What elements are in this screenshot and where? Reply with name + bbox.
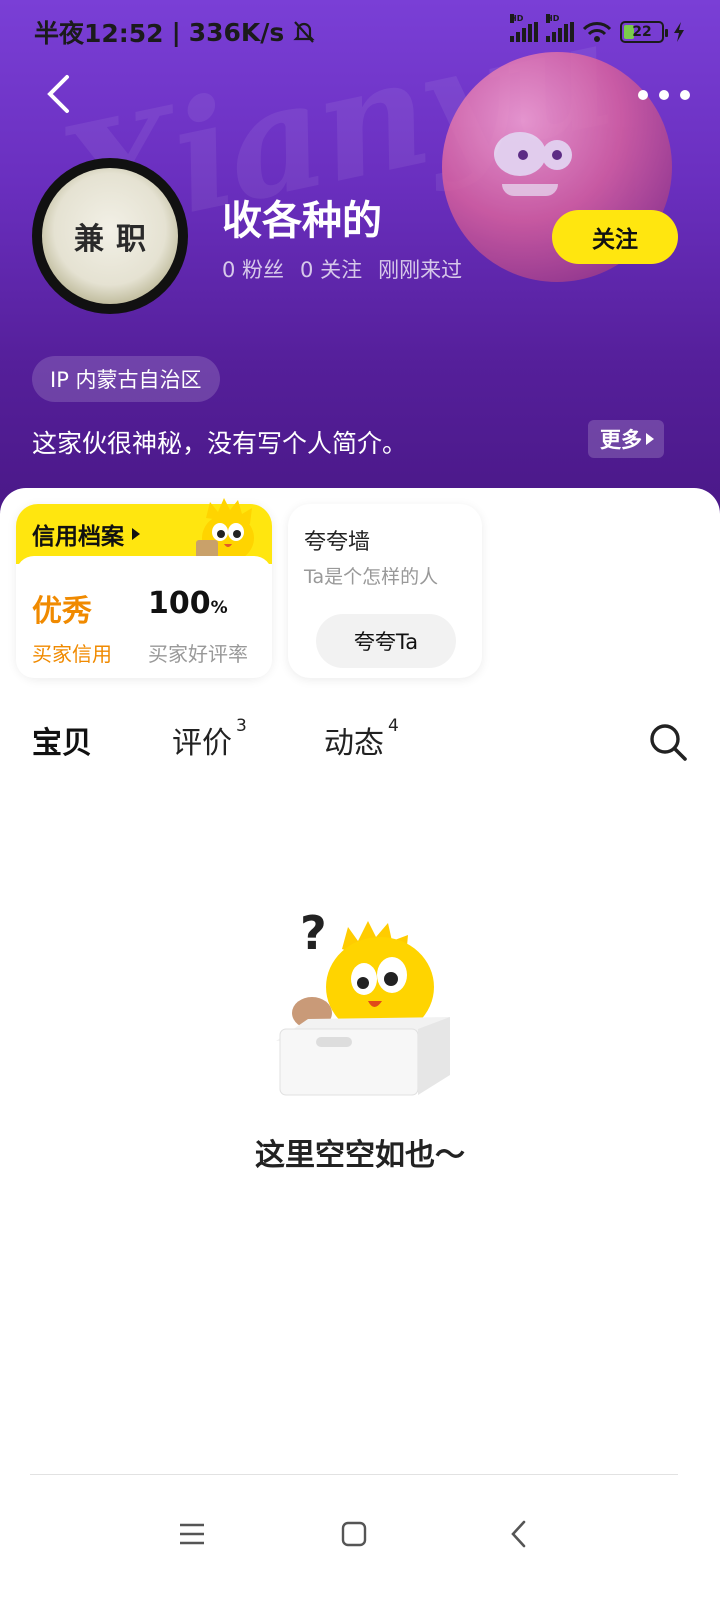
- good-rate-label: 买家好评率: [148, 642, 248, 666]
- tab-reviews-count: 3: [236, 716, 247, 736]
- back-arrow-icon: [47, 75, 69, 113]
- system-navigation-bar: [0, 1476, 720, 1600]
- status-separator: |: [171, 17, 181, 47]
- charging-icon: [674, 22, 684, 42]
- praise-button[interactable]: 夸夸Ta: [316, 614, 456, 668]
- tab-posts[interactable]: 动态 4: [324, 716, 399, 762]
- praise-wall-subtitle: Ta是个怎样的人: [304, 566, 439, 588]
- credit-profile-card[interactable]: 信用档案 优秀 买家信用 100% 买家好评率: [16, 498, 272, 678]
- tab-reviews-label: 评价: [172, 726, 232, 761]
- last-seen: 刚刚来过: [378, 258, 463, 282]
- more-dots-icon: [638, 90, 648, 100]
- svg-text:?: ?: [300, 906, 327, 960]
- tab-items[interactable]: 宝贝: [32, 718, 92, 762]
- menu-icon: [180, 1523, 204, 1545]
- mute-bell-icon: [293, 21, 315, 43]
- credit-profile-body: 优秀 买家信用 100% 买家好评率: [16, 556, 272, 678]
- tab-posts-label: 动态: [324, 726, 384, 761]
- user-name: 收各种的: [222, 198, 382, 244]
- tab-posts-count: 4: [388, 716, 399, 736]
- tab-items-label: 宝贝: [32, 726, 92, 761]
- buyer-credit-value: 优秀: [32, 594, 92, 629]
- fans-count[interactable]: 0 粉丝: [222, 254, 284, 284]
- signal-icon: HD: [510, 14, 538, 42]
- avatar[interactable]: 兼 职: [32, 158, 188, 314]
- ip-location-tag: IP 内蒙古自治区: [32, 356, 220, 402]
- buyer-credit-label: 买家信用: [32, 642, 112, 666]
- good-rate-unit: %: [210, 598, 228, 618]
- avatar-char: 兼: [74, 222, 104, 257]
- good-rate-number: 100: [148, 586, 211, 621]
- more-options-button[interactable]: [638, 80, 690, 110]
- signal-icon: HD: [546, 14, 574, 42]
- chevron-right-icon: [646, 433, 654, 445]
- chevron-right-icon: [132, 528, 140, 540]
- home-square-icon: [341, 1521, 367, 1547]
- more-button[interactable]: 更多: [588, 420, 664, 458]
- more-label: 更多: [600, 428, 642, 452]
- back-button[interactable]: [36, 70, 80, 118]
- praise-wall-title: 夸夸墙: [304, 530, 371, 555]
- wifi-icon: [582, 22, 612, 42]
- user-stats: 0 粉丝 0 关注 刚刚来过: [222, 254, 462, 284]
- battery-level: 22: [632, 24, 652, 40]
- empty-box-mascot-illustration: ?: [276, 906, 450, 1096]
- avatar-char: 职: [116, 222, 146, 257]
- praise-wall-card[interactable]: 夸夸墙 Ta是个怎样的人 夸夸Ta: [288, 504, 482, 678]
- status-time: 半夜12:52: [34, 19, 164, 48]
- battery-icon: 22: [620, 21, 668, 43]
- status-speed: 336K/s: [188, 17, 285, 47]
- empty-state-text: 这里空空如也～: [255, 1138, 465, 1173]
- tab-reviews[interactable]: 评价 3: [172, 716, 247, 762]
- credit-profile-title: 信用档案: [32, 524, 124, 550]
- profile-tabs: 宝贝 评价 3 动态 4: [0, 708, 720, 772]
- profile-header: Xianyu 半夜12:52 | 336K/s HD HD 22 兼 职 收各种…: [0, 0, 720, 520]
- system-back-button[interactable]: [488, 1504, 548, 1564]
- user-bio: 这家伙很神秘，没有写个人简介。: [32, 429, 408, 458]
- recent-apps-button[interactable]: [162, 1504, 222, 1564]
- home-button[interactable]: [324, 1504, 384, 1564]
- following-count[interactable]: 0 关注: [300, 254, 362, 284]
- good-rate-value: 100%: [148, 586, 228, 621]
- nav-divider: [30, 1474, 678, 1475]
- follow-button[interactable]: 关注: [552, 210, 678, 264]
- back-chevron-icon: [511, 1520, 526, 1548]
- status-bar: 半夜12:52 | 336K/s HD HD 22: [0, 0, 720, 64]
- search-icon[interactable]: [648, 722, 688, 762]
